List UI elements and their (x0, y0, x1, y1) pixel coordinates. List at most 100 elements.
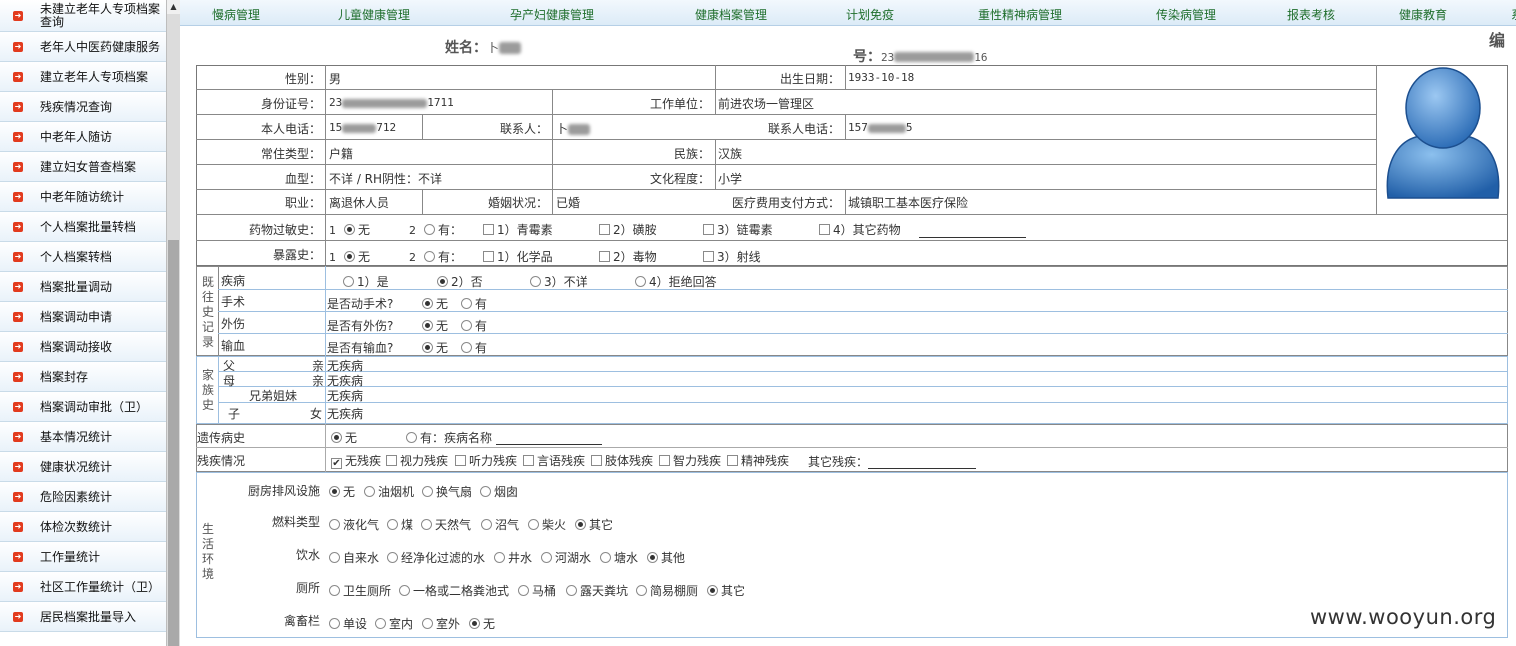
fuel-firewood-option[interactable]: 柴火 (528, 516, 566, 533)
kitchen-fan-option[interactable]: 换气扇 (422, 483, 472, 500)
toilet-other-option[interactable]: 其它 (707, 582, 745, 599)
checkbox-icon[interactable] (523, 455, 534, 466)
sidebar-item-archive-transfer[interactable]: ➜ 个人档案转档 (0, 242, 166, 272)
radio-icon[interactable] (329, 519, 340, 530)
water-river-option[interactable]: 河湖水 (541, 549, 591, 566)
radio-icon[interactable] (343, 276, 354, 287)
water-well-option[interactable]: 井水 (494, 549, 532, 566)
injury-yes-option[interactable]: 有 (461, 317, 487, 334)
disease-no-option[interactable]: 2）否 (437, 273, 483, 290)
sidebar-item-batch-move[interactable]: ➜ 档案批量调动 (0, 272, 166, 302)
checkbox-checked-icon[interactable]: ✔ (331, 458, 342, 469)
nav-infectious-disease[interactable]: 传染病管理 (1156, 6, 1216, 23)
livestock-separate-option[interactable]: 单设 (329, 615, 367, 632)
exposure-poison-checkbox[interactable]: 2）毒物 (599, 248, 657, 265)
radio-icon[interactable] (461, 320, 472, 331)
allergy-yes-option[interactable]: 2 有： (409, 221, 462, 238)
nav-system[interactable]: 系 (1511, 6, 1516, 23)
transfusion-yes-option[interactable]: 有 (461, 339, 487, 356)
toilet-septic-option[interactable]: 一格或二格粪池式 (399, 582, 509, 599)
radio-checked-icon[interactable] (647, 552, 658, 563)
radio-checked-icon[interactable] (437, 276, 448, 287)
allergy-sulfa-checkbox[interactable]: 2）磺胺 (599, 221, 657, 238)
water-other-option[interactable]: 其他 (647, 549, 685, 566)
radio-checked-icon[interactable] (344, 224, 355, 235)
sidebar-item-risk-stats[interactable]: ➜ 危险因素统计 (0, 482, 166, 512)
checkbox-icon[interactable] (386, 455, 397, 466)
radio-checked-icon[interactable] (331, 432, 342, 443)
sidebar-item-elderly-tcm[interactable]: ➜ 老年人中医药健康服务 (0, 32, 166, 62)
radio-icon[interactable] (329, 585, 340, 596)
water-pond-option[interactable]: 塘水 (600, 549, 638, 566)
radio-icon[interactable] (566, 585, 577, 596)
disability-vision-checkbox[interactable]: 视力残疾 (386, 452, 448, 469)
allergy-none-option[interactable]: 1无 (329, 221, 370, 238)
toilet-flush-option[interactable]: 马桶 (518, 582, 556, 599)
radio-icon[interactable] (461, 298, 472, 309)
sidebar-item-batch-import[interactable]: ➜ 居民档案批量导入 (0, 602, 166, 632)
sidebar-item-community-workload[interactable]: ➜ 社区工作量统计（卫） (0, 572, 166, 602)
water-tap-option[interactable]: 自来水 (329, 549, 379, 566)
kitchen-hood-option[interactable]: 油烟机 (364, 483, 414, 500)
water-filtered-option[interactable]: 经净化过滤的水 (387, 549, 485, 566)
sidebar-item-disability-query[interactable]: ➜ 残疾情况查询 (0, 92, 166, 122)
radio-icon[interactable] (375, 618, 386, 629)
nav-health-education[interactable]: 健康教育 (1399, 6, 1447, 23)
radio-checked-icon[interactable] (422, 298, 433, 309)
disability-speech-checkbox[interactable]: 言语残疾 (523, 452, 585, 469)
livestock-indoor-option[interactable]: 室内 (375, 615, 413, 632)
checkbox-icon[interactable] (819, 224, 830, 235)
radio-icon[interactable] (480, 486, 491, 497)
toilet-shed-option[interactable]: 简易棚厕 (636, 582, 698, 599)
radio-checked-icon[interactable] (422, 342, 433, 353)
exposure-radiation-checkbox[interactable]: 3）射线 (703, 248, 761, 265)
radio-icon[interactable] (364, 486, 375, 497)
genetic-none-option[interactable]: 无 (331, 429, 357, 446)
radio-icon[interactable] (494, 552, 505, 563)
disease-unknown-option[interactable]: 3）不详 (530, 273, 588, 290)
nav-report-assessment[interactable]: 报表考核 (1287, 6, 1335, 23)
disease-refused-option[interactable]: 4）拒绝回答 (635, 273, 717, 290)
nav-maternal-health[interactable]: 孕产妇健康管理 (510, 6, 594, 23)
radio-checked-icon[interactable] (575, 519, 586, 530)
radio-checked-icon[interactable] (422, 320, 433, 331)
fuel-coal-option[interactable]: 煤 (387, 516, 413, 533)
radio-icon[interactable] (422, 618, 433, 629)
kitchen-chimney-option[interactable]: 烟囱 (480, 483, 518, 500)
radio-checked-icon[interactable] (344, 251, 355, 262)
radio-icon[interactable] (530, 276, 541, 287)
nav-child-health[interactable]: 儿童健康管理 (338, 6, 410, 23)
radio-icon[interactable] (387, 519, 398, 530)
radio-icon[interactable] (329, 552, 340, 563)
radio-icon[interactable] (406, 432, 417, 443)
checkbox-icon[interactable] (483, 224, 494, 235)
disability-none-checkbox[interactable]: ✔ 无残疾 (331, 452, 381, 469)
livestock-outdoor-option[interactable]: 室外 (422, 615, 460, 632)
fuel-biogas-option[interactable]: 沼气 (481, 516, 519, 533)
checkbox-icon[interactable] (703, 251, 714, 262)
exposure-chemical-checkbox[interactable]: 1）化学品 (483, 248, 553, 265)
sidebar-item-health-stats[interactable]: ➜ 健康状况统计 (0, 452, 166, 482)
sidebar-scrollbar[interactable]: ▲ (166, 0, 180, 646)
checkbox-icon[interactable] (483, 251, 494, 262)
kitchen-none-option[interactable]: 无 (329, 483, 355, 500)
allergy-streptomycin-checkbox[interactable]: 3）链霉素 (703, 221, 773, 238)
surgery-yes-option[interactable]: 有 (461, 295, 487, 312)
nav-health-archive[interactable]: 健康档案管理 (695, 6, 767, 23)
transfusion-no-option[interactable]: 无 (422, 339, 448, 356)
radio-icon[interactable] (636, 585, 647, 596)
toilet-sanitary-option[interactable]: 卫生厕所 (329, 582, 391, 599)
checkbox-icon[interactable] (659, 455, 670, 466)
genetic-disease-input[interactable] (496, 444, 602, 445)
edit-button[interactable]: 编 (1489, 27, 1505, 51)
disability-intellectual-checkbox[interactable]: 智力残疾 (659, 452, 721, 469)
radio-icon[interactable] (424, 224, 435, 235)
checkbox-icon[interactable] (703, 224, 714, 235)
disability-hearing-checkbox[interactable]: 听力残疾 (455, 452, 517, 469)
radio-checked-icon[interactable] (329, 486, 340, 497)
checkbox-icon[interactable] (455, 455, 466, 466)
sidebar-item-batch-transfer[interactable]: ➜ 个人档案批量转档 (0, 212, 166, 242)
radio-icon[interactable] (528, 519, 539, 530)
injury-no-option[interactable]: 无 (422, 317, 448, 334)
radio-icon[interactable] (635, 276, 646, 287)
